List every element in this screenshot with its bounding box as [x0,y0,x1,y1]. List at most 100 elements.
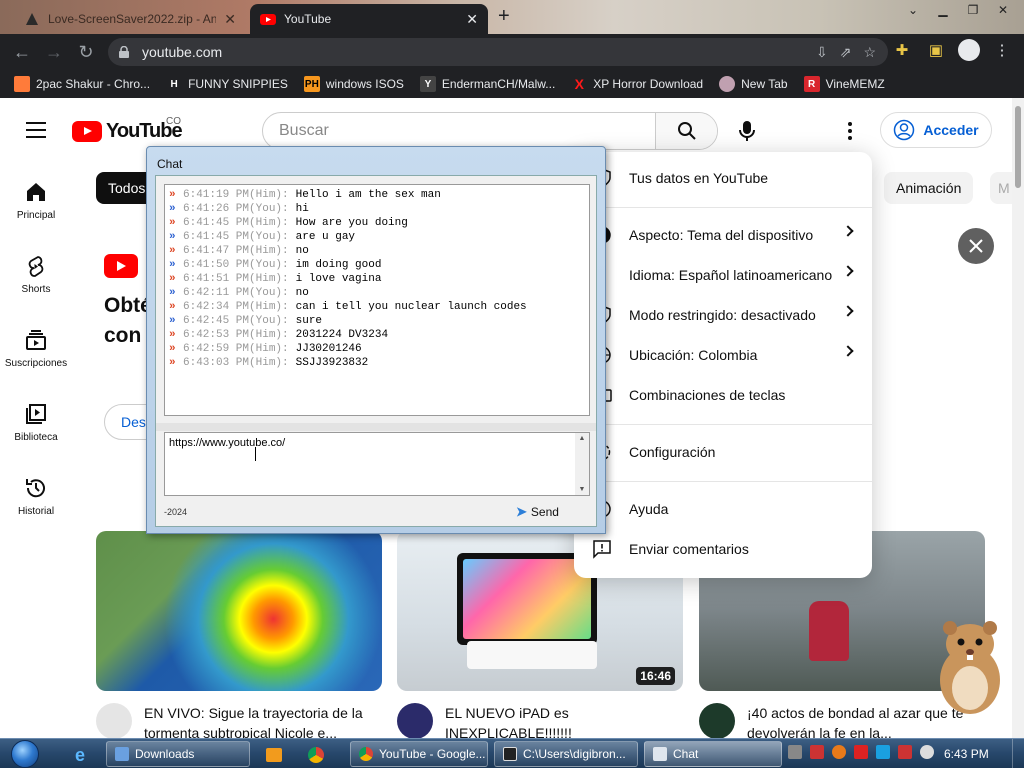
media-player-icon[interactable] [254,743,294,767]
new-tab-button[interactable]: + [498,5,510,28]
chrome-pinned-icon[interactable] [296,743,336,767]
message-time: 6:41:19 PM [183,189,250,201]
back-button[interactable]: ← [6,36,38,68]
extensions-puzzle-icon[interactable]: ✚ [890,38,914,62]
taskbar-task-youtube-chrome[interactable]: YouTube - Google... [350,741,488,767]
bookmark-item[interactable]: 2pac Shakur - Chro... [14,76,150,92]
send-button[interactable]: ➤ Send [516,502,586,522]
close-window-button[interactable]: ✕ [988,0,1018,20]
guide-item-suscripciones[interactable]: Suscripciones [0,318,72,392]
taskbar-task-downloads[interactable]: Downloads [106,741,250,767]
guide-item-principal[interactable]: Principal [0,170,72,244]
menu-item-combinaciones[interactable]: Combinaciones de teclas [574,375,872,415]
taskbar-clock[interactable]: 6:43 PM [944,747,989,761]
youtube-logo[interactable]: YouTube CO [72,116,183,143]
chat-message: » 6:41:45 PM (You): are u gay [169,230,585,244]
install-app-icon[interactable]: ⇩ [816,44,828,61]
video-thumbnail-storm[interactable] [96,531,382,691]
page-scrollbar[interactable] [1012,98,1024,738]
youtube-favicon-icon [260,14,276,25]
tray-icon[interactable] [832,745,846,759]
guide-item-historial[interactable]: Historial [0,466,72,540]
tab-close-icon[interactable]: ✕ [224,11,236,28]
tray-icon[interactable] [876,745,890,759]
channel-avatar[interactable] [96,703,132,738]
chat-message: » 6:41:26 PM (You): hi [169,202,585,216]
menu-item-aspecto[interactable]: Aspecto: Tema del dispositivo [574,215,872,255]
input-scrollbar[interactable]: ▲ ▼ [575,433,589,495]
bookmark-item[interactable]: New Tab [719,76,788,92]
profile-avatar-icon[interactable] [958,39,980,61]
video-title[interactable]: EN VIVO: Sigue la trayectoria de la torm… [144,703,374,738]
restore-button[interactable]: ❐ [958,0,988,20]
message-arrow-icon: » [169,315,176,327]
hamster-desktop-pet-icon[interactable] [930,614,1010,718]
message-sender: (Him): [249,189,289,201]
chat-log[interactable]: » 6:41:19 PM (Him): Hello i am the sex man… [164,184,590,416]
microphone-icon[interactable] [738,120,756,142]
chat-input-text: https://www.youtube.co/ [169,437,286,449]
tray-icon[interactable] [854,745,868,759]
guide-menu-icon[interactable] [26,122,46,143]
share-icon[interactable]: ⇗ [840,44,852,61]
menu-item-ayuda[interactable]: ? Ayuda [574,489,872,529]
menu-item-modo-restringido[interactable]: Modo restringido: desactivado [574,295,872,335]
menu-item-enviar-comentarios[interactable]: Enviar comentarios [574,529,872,569]
menu-item-idioma[interactable]: A Idioma: Español latinoamericano [574,255,872,295]
library-icon [26,404,46,424]
chevron-down-icon[interactable]: ⌄ [898,0,928,20]
browser-menu-icon[interactable]: ⋮ [990,38,1014,62]
chat-window: Chat » 6:41:19 PM (Him): Hello i am the se… [146,146,606,534]
message-text: can i tell you nuclear launch codes [295,301,527,313]
side-panel-icon[interactable]: ▣ [924,38,948,62]
message-time: 6:41:47 PM [183,245,250,257]
menu-item-configuracion[interactable]: Configuración [574,432,872,472]
channel-avatar[interactable] [699,703,735,738]
message-time: 6:42:34 PM [183,301,250,313]
menu-item-tus-datos[interactable]: Tus datos en YouTube [574,158,872,198]
chat-message: » 6:42:45 PM (You): sure [169,314,585,328]
internet-explorer-icon[interactable]: e [60,743,100,767]
reload-button[interactable]: ↻ [70,36,102,68]
bookmark-item[interactable]: X XP Horror Download [571,76,704,92]
forward-button[interactable]: → [38,36,70,68]
tray-icon[interactable] [920,745,934,759]
message-text: 2031224 DV3234 [295,329,389,341]
chat-message-input[interactable]: https://www.youtube.co/ ▲ ▼ [164,432,590,496]
search-box: Buscar [262,112,718,150]
tab-close-icon[interactable]: ✕ [466,11,478,28]
chat-message: » 6:42:34 PM (Him): can i tell you nuclear… [169,300,585,314]
tray-icon[interactable] [788,745,802,759]
bookmark-item[interactable]: R VineMEMZ [803,76,885,92]
minimize-button[interactable]: ▁ [928,0,958,20]
chip-partial[interactable]: M [990,172,1012,204]
show-desktop-button[interactable] [1012,739,1024,768]
menu-item-ubicacion[interactable]: Ubicación: Colombia [574,335,872,375]
bookmark-item[interactable]: PH windows ISOS [303,76,404,92]
taskbar-task-chat[interactable]: Chat [644,741,782,767]
bookmark-item[interactable]: Y EndermanCH/Malw... [419,76,555,92]
message-time: 6:43:03 PM [183,357,250,369]
tray-icon[interactable] [810,745,824,759]
chat-splitter[interactable] [156,423,596,431]
taskbar-task-7zip[interactable]: C:\Users\digibron... [494,741,638,767]
chevron-right-icon [842,345,854,357]
search-input[interactable]: Buscar [263,113,655,149]
message-time: 6:41:45 PM [183,217,250,229]
address-bar[interactable]: youtube.com ⇩ ⇗ ☆ [108,38,888,66]
guide-item-shorts[interactable]: Shorts [0,244,72,318]
browser-tab-youtube[interactable]: YouTube ✕ [250,4,488,34]
chip-animacion[interactable]: Animación [884,172,974,204]
video-title[interactable]: EL NUEVO iPAD es INEXPLICABLE!!!!!!! [445,703,675,738]
close-banner-button[interactable] [958,228,994,264]
tray-icon[interactable] [898,745,912,759]
signin-button[interactable]: Acceder [880,112,992,148]
guide-item-biblioteca[interactable]: Biblioteca [0,392,72,466]
settings-menu-icon[interactable] [848,122,854,143]
bookmark-star-icon[interactable]: ☆ [863,44,876,61]
browser-tab-anyrun[interactable]: Love-ScreenSaver2022.zip - Any.run ✕ [14,4,246,34]
search-button[interactable] [655,113,717,149]
bookmark-item[interactable]: H FUNNY SNIPPIES [166,76,287,92]
channel-avatar[interactable] [397,703,433,738]
start-button[interactable] [8,739,42,768]
